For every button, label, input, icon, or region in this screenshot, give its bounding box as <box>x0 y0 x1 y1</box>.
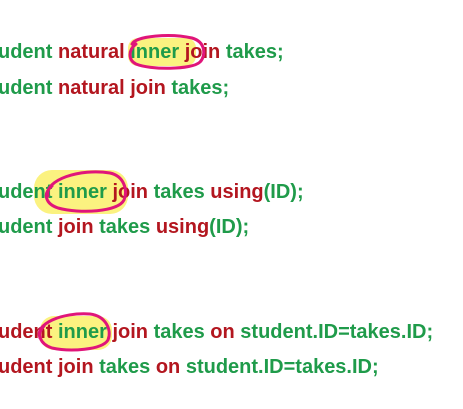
pen-circle-1 <box>128 34 206 70</box>
pen-circle-2 <box>44 170 127 213</box>
pen-circle-3 <box>37 312 111 352</box>
annotation-layer <box>37 34 206 352</box>
